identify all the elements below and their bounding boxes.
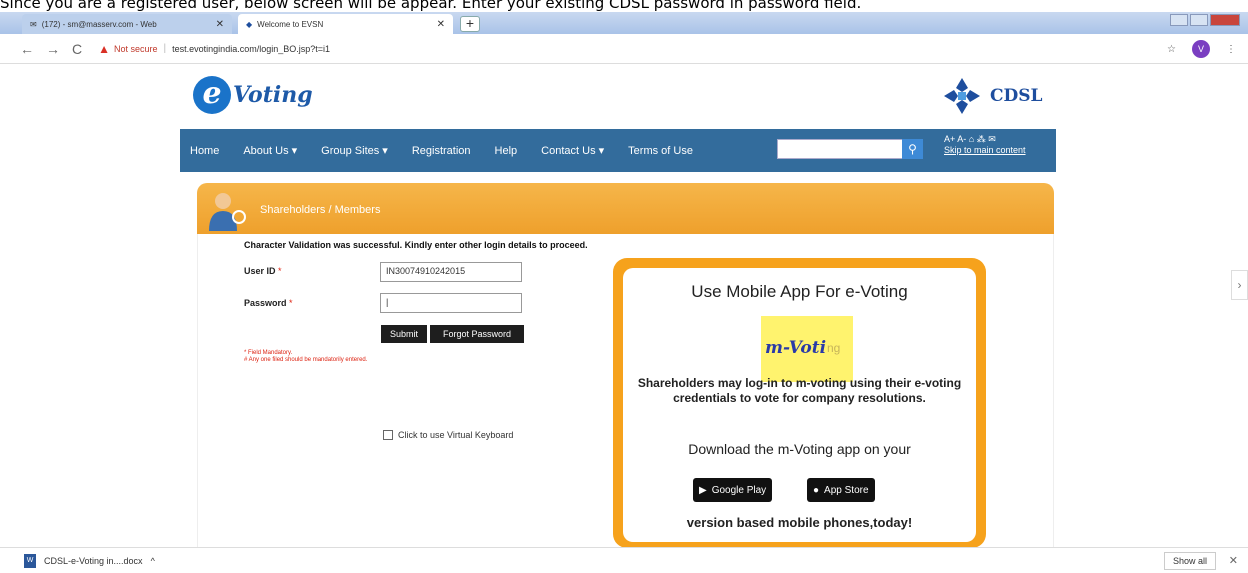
tab-mail[interactable]: ✉ (172) - sm@masserv.com - Web ✕ xyxy=(22,14,232,34)
minimize-button[interactable] xyxy=(1170,14,1188,26)
nav-contact-us[interactable]: Contact Us ▾ xyxy=(541,144,604,157)
app-store-badge[interactable]: ● App Store xyxy=(807,478,875,502)
show-all-button[interactable]: Show all xyxy=(1163,552,1216,570)
promo-description: Shareholders may log-in to m-voting usin… xyxy=(637,376,962,405)
required-mark: * xyxy=(278,266,282,276)
main-navigation: Home About Us ▾ Group Sites ▾ Registrati… xyxy=(180,129,1056,172)
browser-tab-bar: ✉ (172) - sm@masserv.com - Web ✕ ◆ Welco… xyxy=(0,12,1248,34)
chevron-right-icon[interactable]: › xyxy=(1231,270,1248,300)
tab-evsn-label: Welcome to EVSN xyxy=(257,19,324,29)
cdsl-favicon-icon: ◆ xyxy=(246,19,253,29)
nav-about-us[interactable]: About Us ▾ xyxy=(243,144,297,157)
nav-help[interactable]: Help xyxy=(495,145,518,157)
google-play-badge[interactable]: ▶ Google Play xyxy=(693,478,773,502)
search-input[interactable] xyxy=(777,139,903,159)
promo-content: Use Mobile App For e-Voting m-Voti ng Sh… xyxy=(623,268,976,542)
logo-e-icon: e xyxy=(193,76,231,114)
cdsl-text: CDSL xyxy=(990,86,1043,106)
cdsl-logo: CDSL xyxy=(940,78,1043,114)
forgot-password-button[interactable]: Forgot Password xyxy=(430,325,524,343)
password-label-text: Password xyxy=(244,298,287,308)
nav-group-sites[interactable]: Group Sites ▾ xyxy=(321,144,388,157)
required-mark: * xyxy=(289,298,293,308)
toolbar-right: ☆ V ⋮ xyxy=(1167,40,1236,58)
menu-icon[interactable]: ⋮ xyxy=(1226,44,1236,55)
search-button[interactable]: ⚲ xyxy=(902,139,923,159)
panel-title: Shareholders / Members xyxy=(260,204,381,216)
nav-terms-of-use[interactable]: Terms of Use xyxy=(628,145,693,157)
validation-message: Character Validation was successful. Kin… xyxy=(244,240,588,250)
mail-icon[interactable]: ✉ xyxy=(988,134,996,144)
maximize-button[interactable] xyxy=(1190,14,1208,26)
nav-home[interactable]: Home xyxy=(190,145,219,157)
nav-controls: ← → C xyxy=(20,41,82,57)
skip-to-main-link[interactable]: Skip to main content xyxy=(944,145,1026,156)
mobile-app-promo: Use Mobile App For e-Voting m-Voti ng Sh… xyxy=(613,258,986,548)
download-bar: W CDSL-e-Voting in....docx ^ Show all ✕ xyxy=(0,547,1248,573)
mandatory-note-1: * Field Mandatory. xyxy=(244,350,293,356)
m-voting-logo-text: m-Voti xyxy=(765,338,827,358)
promo-download-text: Download the m-Voting app on your xyxy=(688,441,911,457)
play-icon: ▶ xyxy=(699,484,707,496)
star-icon[interactable]: ☆ xyxy=(1167,44,1176,55)
security-label: Not secure xyxy=(114,43,158,54)
userid-label-text: User ID xyxy=(244,266,276,276)
password-label: Password * xyxy=(244,298,293,308)
warning-icon: ▲ xyxy=(98,41,111,56)
window-controls xyxy=(1170,14,1240,26)
window-close-button[interactable] xyxy=(1210,14,1240,26)
virtual-keyboard-option[interactable]: Click to use Virtual Keyboard xyxy=(383,430,513,440)
download-file-name: CDSL-e-Voting in....docx xyxy=(44,555,143,566)
download-item[interactable]: W CDSL-e-Voting in....docx ^ xyxy=(24,553,155,568)
close-icon[interactable]: ✕ xyxy=(1229,554,1238,567)
virtual-keyboard-checkbox[interactable] xyxy=(383,430,393,440)
app-store-label: App Store xyxy=(824,484,869,496)
nav-registration[interactable]: Registration xyxy=(412,145,471,157)
userid-label: User ID * xyxy=(244,266,282,276)
close-icon[interactable]: ✕ xyxy=(437,19,445,30)
avatar[interactable]: V xyxy=(1192,40,1210,58)
mail-icon: ✉ xyxy=(30,19,37,29)
mandatory-note: * Field Mandatory. # Any one filed shoul… xyxy=(244,350,367,364)
m-voting-logo-tail: ng xyxy=(827,341,841,355)
virtual-keyboard-label: Click to use Virtual Keyboard xyxy=(398,430,514,440)
shareholder-person-icon xyxy=(209,193,246,231)
logo-text: Voting xyxy=(233,82,313,108)
address-bar: ← → C ▲ Not secure | test.evotingindia.c… xyxy=(0,34,1248,64)
search-icon: ⚲ xyxy=(908,142,917,156)
new-tab-button[interactable]: + xyxy=(460,16,480,32)
url-field[interactable]: test.evotingindia.com/login_BO.jsp?t=i1 xyxy=(172,44,330,54)
back-arrow-icon[interactable]: ← xyxy=(20,41,34,57)
userid-field[interactable]: IN30074910242015 xyxy=(380,262,522,282)
cdsl-mark-icon xyxy=(944,78,980,114)
accessibility-links: A+ A- ⌂ ⁂ ✉ Skip to main content xyxy=(944,134,1026,156)
word-document-icon: W xyxy=(24,553,36,568)
security-indicator[interactable]: ▲ Not secure xyxy=(98,42,157,56)
m-voting-logo: m-Voti ng xyxy=(761,316,853,382)
font-size-controls[interactable]: A+ A- xyxy=(944,134,969,144)
divider: | xyxy=(163,43,167,54)
home-icon[interactable]: ⌂ xyxy=(969,134,974,144)
close-icon[interactable]: ✕ xyxy=(216,19,224,30)
sitemap-icon[interactable]: ⁂ xyxy=(977,134,986,144)
tab-evsn[interactable]: ◆ Welcome to EVSN ✕ xyxy=(238,14,453,34)
forward-arrow-icon[interactable]: → xyxy=(46,41,60,57)
reload-icon[interactable]: C xyxy=(72,41,82,57)
tab-mail-label: (172) - sm@masserv.com - Web xyxy=(41,19,157,29)
submit-button[interactable]: Submit xyxy=(381,325,427,343)
evoting-logo[interactable]: e Voting xyxy=(193,76,313,114)
google-play-label: Google Play xyxy=(711,484,767,496)
chevron-up-icon[interactable]: ^ xyxy=(151,556,155,566)
mandatory-note-2: # Any one filed should be mandatorily en… xyxy=(244,357,368,363)
promo-heading: Use Mobile App For e-Voting xyxy=(691,282,908,301)
panel-header: Shareholders / Members xyxy=(197,183,1054,234)
password-field[interactable]: | xyxy=(380,293,522,313)
promo-version-text: version based mobile phones,today! xyxy=(686,515,913,530)
apple-icon: ● xyxy=(813,484,820,496)
caption-text: Since you are a registered user, below s… xyxy=(0,0,862,12)
